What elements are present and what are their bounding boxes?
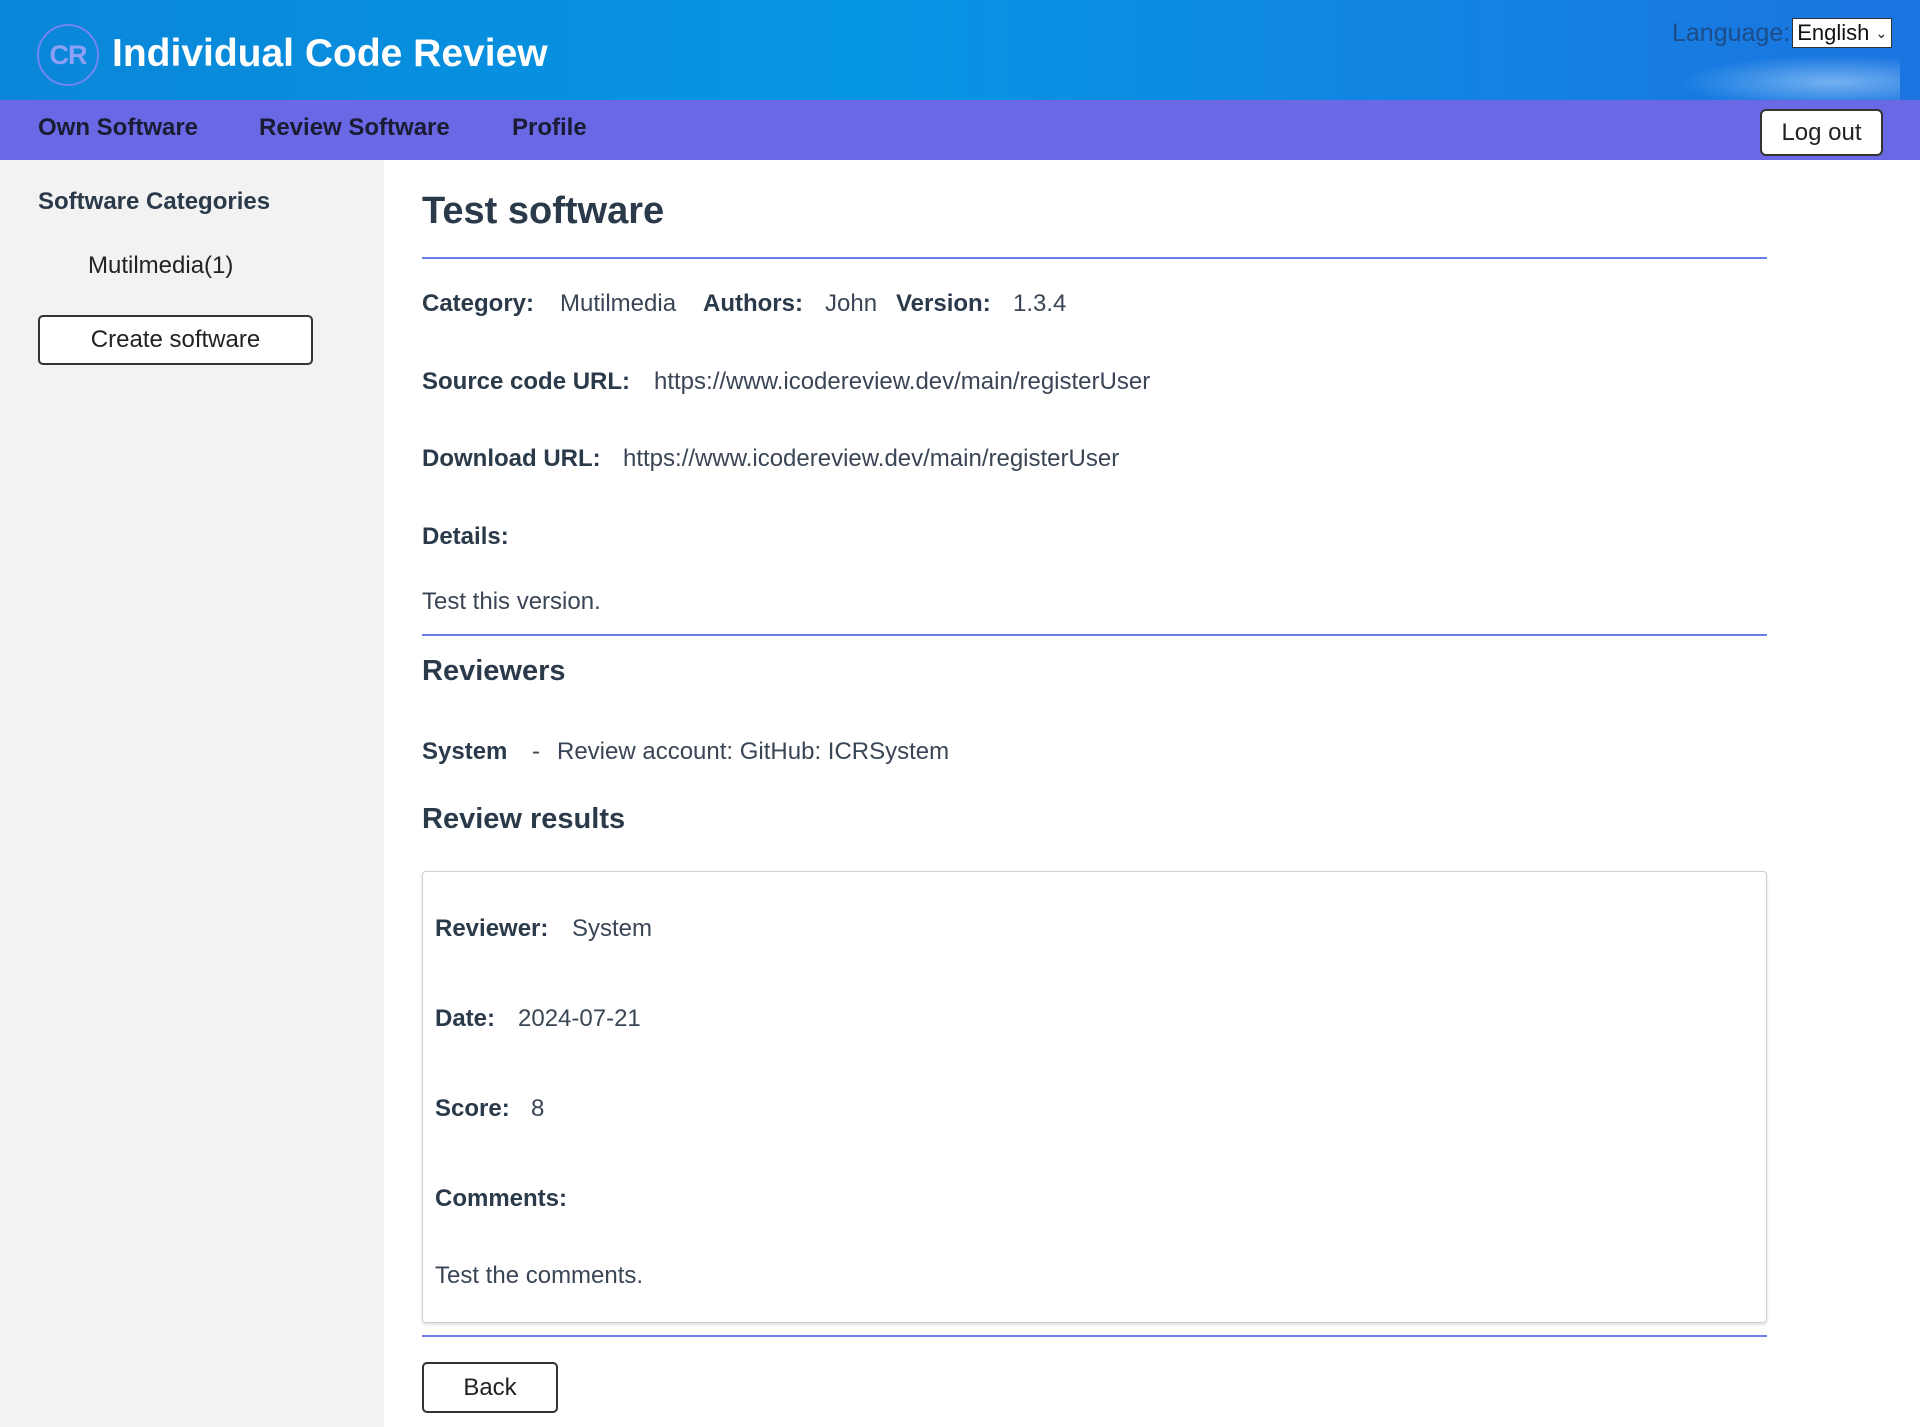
category-value: Mutilmedia — [560, 290, 677, 317]
authors-value: John — [825, 290, 878, 317]
result-score-label: Score: — [435, 1095, 510, 1122]
reviewer-separator: - — [532, 738, 540, 765]
details-value: Test this version. — [422, 588, 601, 615]
nav-own-software[interactable]: Own Software — [38, 114, 198, 142]
result-date-value: 2024-07-21 — [518, 1005, 641, 1032]
logo-icon: CR — [37, 24, 99, 86]
chevron-down-icon: ⌄ — [1875, 24, 1888, 41]
result-reviewer-label: Reviewer: — [435, 915, 549, 942]
page-title: Test software — [422, 190, 665, 232]
main-navbar: Own Software Review Software Profile — [0, 100, 1920, 160]
reviewers-heading: Reviewers — [422, 655, 566, 687]
nav-profile[interactable]: Profile — [512, 114, 587, 142]
category-label: Category: — [422, 290, 535, 317]
logout-button[interactable]: Log out — [1760, 109, 1883, 156]
result-comments-value: Test the comments. — [435, 1262, 644, 1289]
result-score-value: 8 — [531, 1095, 545, 1122]
header-glow — [1680, 55, 1900, 100]
sidebar: Software Categories Mutilmedia(1) Create… — [0, 160, 384, 1427]
logo-text: CR — [49, 39, 88, 70]
back-button[interactable]: Back — [422, 1362, 558, 1413]
reviewer-name: System — [422, 738, 508, 765]
details-divider — [422, 634, 1767, 636]
app-header: CR Individual Code Review Language: Engl… — [0, 0, 1920, 100]
language-selected-value: English — [1797, 20, 1870, 45]
result-date-label: Date: — [435, 1005, 496, 1032]
sidebar-category-mutilmedia[interactable]: Mutilmedia(1) — [88, 252, 233, 280]
authors-label: Authors: — [703, 290, 803, 317]
result-comments-label: Comments: — [435, 1185, 568, 1212]
nav-review-software[interactable]: Review Software — [259, 114, 450, 142]
language-select[interactable]: English ⌄ — [1792, 18, 1893, 48]
create-software-button[interactable]: Create software — [38, 315, 313, 365]
source-url-link[interactable]: https://www.icodereview.dev/main/registe… — [654, 368, 1150, 396]
details-label: Details: — [422, 523, 509, 550]
result-reviewer-value: System — [572, 915, 653, 942]
sidebar-title: Software Categories — [38, 188, 271, 215]
download-url-label: Download URL: — [422, 445, 601, 472]
results-divider — [422, 1335, 1767, 1337]
review-results-heading: Review results — [422, 803, 626, 835]
language-switcher: Language: English ⌄ — [1672, 18, 1893, 48]
source-url-label: Source code URL: — [422, 368, 631, 395]
version-value: 1.3.4 — [1013, 290, 1067, 317]
language-label: Language: — [1672, 18, 1791, 47]
version-label: Version: — [896, 290, 991, 317]
download-url-link[interactable]: https://www.icodereview.dev/main/registe… — [623, 445, 1119, 473]
title-divider — [422, 257, 1767, 259]
app-title: Individual Code Review — [112, 32, 548, 75]
reviewer-account: Review account: GitHub: ICRSystem — [557, 738, 950, 765]
